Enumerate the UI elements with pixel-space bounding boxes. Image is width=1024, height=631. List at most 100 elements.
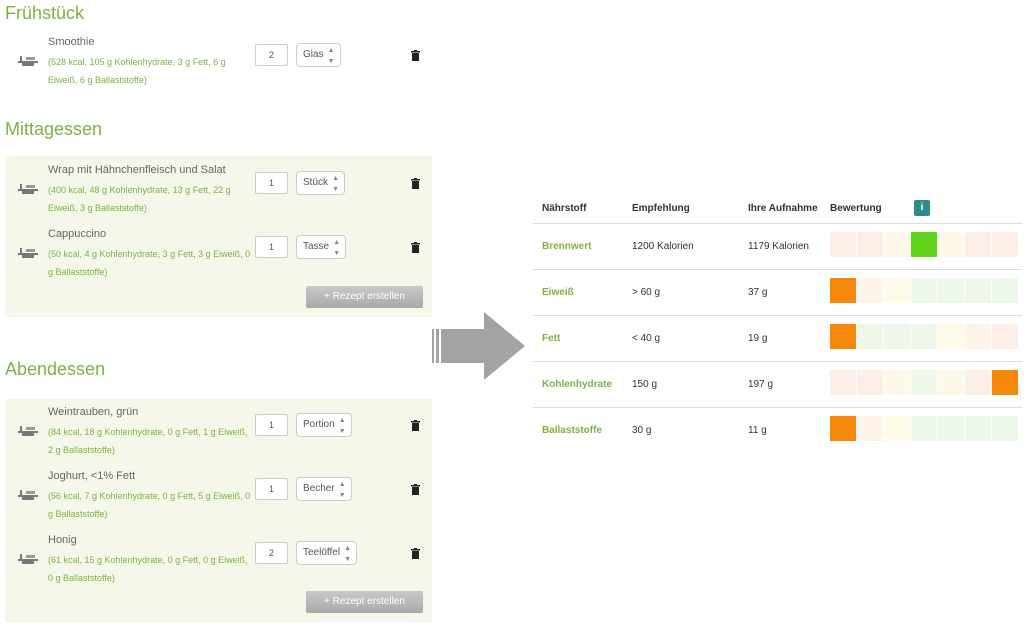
rating-segment — [884, 232, 910, 257]
trash-icon[interactable] — [411, 420, 420, 431]
intake-value: 197 g — [748, 379, 774, 390]
unit-select[interactable]: Becher ▲ ▼ — [296, 477, 352, 501]
rating-segment-active — [911, 232, 937, 257]
rating-segment-active — [992, 370, 1018, 395]
trash-icon[interactable] — [411, 50, 420, 61]
trash-icon[interactable] — [411, 242, 420, 253]
food-nutrition-info: (61 kcal, 15 g Kohlenhydrate, 0 g Fett, … — [48, 555, 248, 583]
table-row: Brennwert 1200 Kalorien 1179 Kalorien — [533, 223, 1022, 269]
unit-select-value: Glas — [303, 49, 324, 60]
unit-select[interactable]: Portion ▲ ▼ — [296, 413, 352, 437]
food-name: Weintrauben, grün — [48, 406, 139, 418]
header-nutrient: Nährstoff — [542, 203, 587, 214]
info-icon[interactable]: i — [914, 200, 930, 216]
rating-segment — [965, 278, 991, 303]
quantity-input[interactable]: 1 — [255, 236, 288, 258]
dish-icon — [18, 184, 38, 194]
rating-segment — [857, 232, 883, 257]
rating-segment-active — [830, 416, 856, 441]
section-title-lunch: Mittagessen — [5, 119, 103, 139]
unit-select-value: Teelöffel — [303, 547, 341, 558]
header-intake: Ihre Aufnahme — [748, 203, 818, 214]
table-row: Eiweiß > 60 g 37 g — [533, 269, 1022, 315]
nutrient-name: Eiweiß — [542, 287, 574, 298]
quantity-input[interactable]: 1 — [255, 414, 288, 436]
food-item: Weintrauben, grün (84 kcal, 18 g Kohlenh… — [5, 406, 432, 466]
rating-segment — [965, 232, 991, 257]
rating-segment — [884, 416, 910, 441]
rating-segment — [857, 416, 883, 441]
rating-segment — [938, 278, 964, 303]
trash-icon[interactable] — [411, 548, 420, 559]
unit-select-value: Portion — [303, 419, 335, 430]
nutrient-name: Kohlenhydrate — [542, 379, 613, 390]
rating-segment — [857, 370, 883, 395]
rating-segment — [911, 416, 937, 441]
unit-select-value: Becher — [303, 483, 335, 494]
meal-dinner: Weintrauben, grün (84 kcal, 18 g Kohlenh… — [5, 399, 432, 622]
section-title-dinner: Abendessen — [5, 359, 106, 379]
select-arrows-icon: ▲ ▼ — [338, 481, 346, 499]
rating-segment — [884, 278, 910, 303]
food-nutrition-info: (56 kcal, 7 g Kohlenhydrate, 0 g Fett, 5… — [48, 491, 251, 519]
rating-segment — [830, 370, 856, 395]
quantity-input[interactable]: 2 — [255, 44, 288, 66]
food-item: Cappuccino (50 kcal, 4 g Kohlenhydrate, … — [5, 228, 432, 288]
rating-segment — [911, 278, 937, 303]
trash-icon[interactable] — [411, 484, 420, 495]
food-name: Wrap mit Hähnchenfleisch und Salat — [48, 164, 226, 176]
header-recommendation: Empfehlung — [632, 203, 690, 214]
header-rating: Bewertung — [830, 203, 882, 214]
recommendation-value: > 60 g — [632, 287, 661, 298]
food-item: Honig (61 kcal, 15 g Kohlenhydrate, 0 g … — [5, 534, 432, 594]
trash-icon[interactable] — [411, 178, 420, 189]
dish-icon — [18, 248, 38, 258]
rating-segment — [992, 232, 1018, 257]
recommendation-value: < 40 g — [632, 333, 661, 344]
quantity-input[interactable]: 1 — [255, 172, 288, 194]
nutrient-name: Brennwert — [542, 241, 592, 252]
rating-segment — [992, 324, 1018, 349]
select-arrows-icon: ▲ ▼ — [327, 47, 335, 65]
dish-icon — [18, 554, 38, 564]
create-recipe-button[interactable]: + Rezept erstellen — [306, 591, 423, 613]
unit-select[interactable]: Stück ▲ ▼ — [296, 171, 346, 195]
rating-segment — [992, 416, 1018, 441]
recommendation-value: 30 g — [632, 425, 652, 436]
rating-segment-active — [830, 278, 856, 303]
right-arrow-icon — [432, 312, 525, 380]
nutrient-name: Ballaststoffe — [542, 425, 603, 436]
table-row: Kohlenhydrate 150 g 197 g — [533, 361, 1022, 407]
rating-segment — [857, 324, 883, 349]
rating-segment — [884, 370, 910, 395]
rating-segment — [965, 416, 991, 441]
unit-select[interactable]: Glas ▲ ▼ — [296, 43, 341, 67]
food-name: Honig — [48, 534, 77, 546]
food-nutrition-info: (84 kcal, 18 g Kohlenhydrate, 0 g Fett, … — [48, 427, 248, 455]
rating-segment — [965, 324, 991, 349]
rating-segment — [965, 370, 991, 395]
quantity-input[interactable]: 2 — [255, 542, 288, 564]
food-item: Wrap mit Hähnchenfleisch und Salat (400 … — [5, 164, 432, 224]
table-row: Ballaststoffe 30 g 11 g — [533, 407, 1022, 453]
rating-segment — [830, 232, 856, 257]
intake-value: 37 g — [748, 287, 768, 298]
dish-icon — [18, 56, 38, 66]
select-arrows-icon: ▲ ▼ — [332, 175, 340, 193]
unit-select[interactable]: Teelöffel ▲ ▼ — [296, 541, 358, 565]
rating-segment — [938, 370, 964, 395]
unit-select[interactable]: Tasse ▲ ▼ — [296, 235, 347, 259]
rating-segment — [911, 324, 937, 349]
unit-select-value: Stück — [303, 177, 329, 188]
create-recipe-button[interactable]: + Rezept erstellen — [306, 286, 423, 308]
unit-select-value: Tasse — [303, 241, 330, 252]
recommendation-value: 1200 Kalorien — [632, 241, 694, 252]
food-nutrition-info: (400 kcal, 48 g Kohlenhydrate, 13 g Fett… — [48, 185, 231, 213]
food-item: Joghurt, <1% Fett (56 kcal, 7 g Kohlenhy… — [5, 470, 432, 530]
meal-lunch: Wrap mit Hähnchenfleisch und Salat (400 … — [5, 156, 432, 317]
select-arrows-icon: ▲ ▼ — [333, 239, 341, 257]
quantity-input[interactable]: 1 — [255, 478, 288, 500]
intake-value: 1179 Kalorien — [748, 241, 809, 252]
table-row: Fett < 40 g 19 g — [533, 315, 1022, 361]
food-name: Smoothie — [48, 36, 95, 48]
